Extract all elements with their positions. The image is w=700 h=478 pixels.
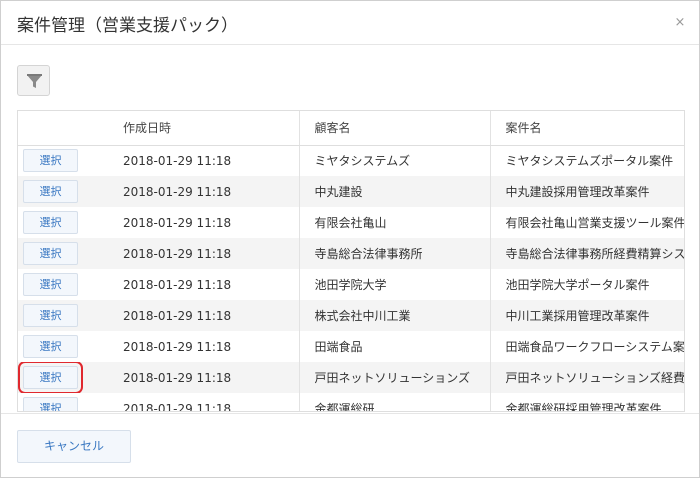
select-button[interactable]: 選択: [23, 335, 78, 358]
select-button[interactable]: 選択: [23, 304, 78, 327]
select-cell: 選択: [18, 238, 115, 269]
filter-funnel-icon: [27, 74, 42, 88]
select-button[interactable]: 選択: [23, 397, 78, 411]
case-name-cell: ミヤタシステムズポータル案件: [489, 145, 684, 176]
created-at-cell: 2018-01-29 11:18: [123, 277, 232, 292]
select-button[interactable]: 選択: [23, 149, 78, 173]
created-at-cell: 2018-01-29 11:18: [123, 339, 232, 354]
dialog-title: 案件管理（営業支援パック）: [17, 16, 238, 36]
select-button[interactable]: 選択: [23, 273, 78, 296]
case-table: 作成日時 顧客名 案件名 選択 2018-01-29 11:18 ミヤタシステムズミ…: [17, 110, 685, 412]
table-row[interactable]: 選択 2018-01-29 11:18 有限会社亀山 有限会社亀山営業支援ツール案件: [18, 207, 684, 238]
table-row[interactable]: 選択 2018-01-29 11:18 寺島総合法律事務所 寺島総合法律事務所経費精算…: [18, 238, 684, 269]
case-name-cell: 有限会社亀山営業支援ツール案件: [489, 207, 684, 238]
case-name-cell: 池田学院大学ポータル案件: [489, 269, 684, 300]
client-name-cell: 株式会社中川工業: [298, 300, 490, 331]
select-button[interactable]: 選択: [23, 242, 78, 265]
case-name-cell: 中丸建設採用管理改革案件: [489, 176, 684, 207]
select-cell: 選択: [18, 362, 115, 393]
client-name-cell: 寺島総合法律事務所: [298, 238, 490, 269]
client-name-cell: 戸田ネットソリューションズ: [298, 362, 490, 393]
client-name-cell: 金都運総研: [298, 393, 490, 411]
client-name-cell: 有限会社亀山: [298, 207, 490, 238]
created-at-cell: 2018-01-29 11:18: [123, 215, 232, 230]
select-cell: 選択: [18, 300, 115, 331]
select-cell: 選択: [18, 269, 115, 300]
client-name-cell: 池田学院大学: [298, 269, 490, 300]
select-cell: 選択: [18, 393, 115, 411]
created-at-cell: 2018-01-29 11:18: [115, 238, 299, 269]
header-client-name: 顧客名: [298, 111, 490, 146]
case-name-cell: 寺島総合法律事務所経費精算システム案: [489, 238, 684, 269]
filter-button[interactable]: [17, 65, 50, 96]
created-at-cell: 2018-01-29 11:18: [115, 362, 299, 393]
header-case-name: 案件名: [489, 111, 684, 146]
case-name-cell: 中川工業採用管理改革案件: [489, 300, 684, 331]
select-cell: 選択: [18, 207, 115, 238]
created-at-cell: 2018-01-29 11:18: [123, 153, 232, 168]
select-cell: 選択: [18, 176, 115, 207]
select-cell: 選択: [18, 145, 115, 176]
created-at-cell: 2018-01-29 11:18: [123, 401, 232, 412]
table-row[interactable]: 選択 2018-01-29 11:18 ミヤタシステムズ ミヤタシステムズポータル案件: [18, 145, 684, 176]
select-button[interactable]: 選択: [23, 211, 78, 234]
table-header-row: 作成日時 顧客名 案件名: [18, 111, 684, 146]
close-icon[interactable]: ×: [671, 14, 689, 32]
case-name-cell: 金都運総研採用管理改革案件: [489, 393, 684, 411]
dialog-header: 案件管理（営業支援パック） ×: [1, 1, 699, 45]
client-name-cell: 中丸建設: [298, 176, 490, 207]
created-at-cell: 2018-01-29 11:18: [115, 176, 299, 207]
table-row[interactable]: 選択 2018-01-29 11:18 中丸建設 中丸建設採用管理改革案件: [18, 176, 684, 207]
select-button[interactable]: 選択: [18, 362, 83, 393]
table-row[interactable]: 選択 2018-01-29 11:18 田端食品 田端食品ワークフローシステム案件: [18, 331, 684, 362]
case-name-cell: 田端食品ワークフローシステム案件: [489, 331, 684, 362]
table-row[interactable]: 選択 2018-01-29 11:18 戸田ネットソリューションズ 戸田ネットソリュー…: [18, 362, 684, 393]
header-select: [18, 111, 115, 146]
cancel-button[interactable]: キャンセル: [17, 430, 131, 463]
select-button[interactable]: 選択: [23, 180, 78, 203]
case-management-dialog: 案件管理（営業支援パック） × 作成日時 顧客名 案件名 選択 2018-01-2…: [0, 0, 700, 478]
table-row[interactable]: 選択 2018-01-29 11:18 株式会社中川工業 中川工業採用管理改革案件: [18, 300, 684, 331]
client-name-cell: 田端食品: [298, 331, 490, 362]
created-at-cell: 2018-01-29 11:18: [115, 300, 299, 331]
select-cell: 選択: [18, 331, 115, 362]
dialog-footer: キャンセル: [1, 413, 699, 477]
client-name-cell: ミヤタシステムズ: [298, 145, 490, 176]
header-created-at: 作成日時: [115, 111, 299, 146]
table-row[interactable]: 選択 2018-01-29 11:18 金都運総研 金都運総研採用管理改革案件: [18, 393, 684, 412]
table-row[interactable]: 選択 2018-01-29 11:18 池田学院大学 池田学院大学ポータル案件: [18, 269, 684, 300]
case-name-cell: 戸田ネットソリューションズ経費精算シ: [489, 362, 684, 393]
